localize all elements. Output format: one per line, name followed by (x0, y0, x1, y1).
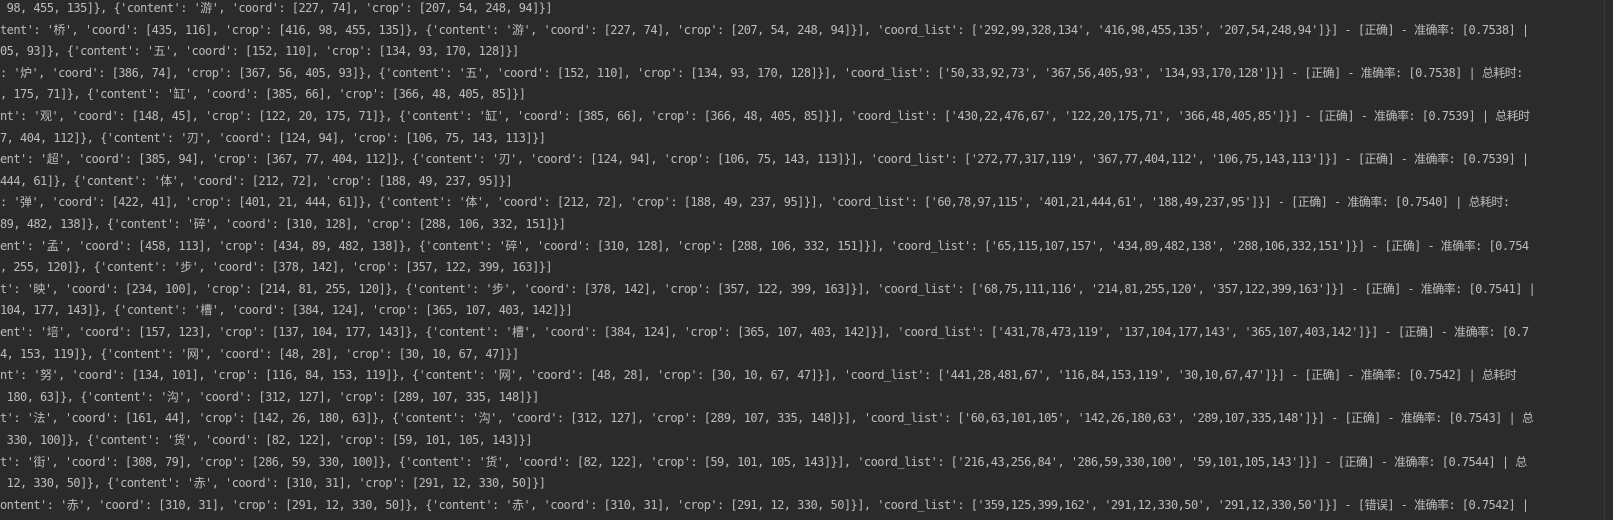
console-line: 104, 177, 143]}, {'content': '槽', 'coord… (0, 303, 573, 318)
console-line: 444, 61]}, {'content': '体', 'coord': [21… (0, 173, 513, 188)
console-line: ent': '超', 'coord': [385, 94], 'crop': [… (0, 152, 1529, 167)
console-line: 12, 330, 50]}, {'content': '赤', 'coord':… (0, 476, 546, 491)
console-line: : '炉', 'coord': [386, 74], 'crop': [367,… (0, 65, 1523, 80)
console-line: ent': '培', 'coord': [157, 123], 'crop': … (0, 325, 1529, 339)
console-line: 98, 455, 135]}, {'content': '游', 'coord'… (0, 1, 553, 15)
vertical-scrollbar[interactable] (1604, 0, 1613, 520)
console-line: tent': '桥', 'coord': [435, 116], 'crop':… (0, 22, 1529, 37)
console-line: 4, 153, 119]}, {'content': '网', 'coord':… (0, 346, 519, 361)
console-line: t': '映', 'coord': [234, 100], 'crop': [2… (0, 281, 1536, 296)
console-line: , 255, 120]}, {'content': '步', 'coord': … (0, 260, 553, 275)
console-line: ontent': '赤', 'coord': [310, 31], 'crop'… (0, 497, 1529, 512)
console-line: 7, 404, 112]}, {'content': '刃', 'coord':… (0, 130, 546, 145)
console-line: t': '街', 'coord': [308, 79], 'crop': [28… (0, 454, 1527, 469)
console-line: ent': '孟', 'coord': [458, 113], 'crop': … (0, 238, 1529, 253)
console-line: nt': '观', 'coord': [148, 45], 'crop': [1… (0, 109, 1530, 123)
console-line: , 175, 71]}, {'content': '缸', 'coord': [… (0, 87, 526, 102)
console-line: t': '法', 'coord': [161, 44], 'crop': [14… (0, 411, 1534, 426)
console-line: 89, 482, 138]}, {'content': '碎', 'coord'… (0, 217, 566, 231)
console-line: 330, 100]}, {'content': '货', 'coord': [8… (0, 433, 533, 447)
console-line: nt': '努', 'coord': [134, 101], 'crop': [… (0, 368, 1517, 383)
console-line: 05, 93]}, {'content': '五', 'coord': [152… (0, 44, 519, 59)
console-output[interactable]: 98, 455, 135]}, {'content': '游', 'coord'… (0, 0, 1605, 520)
console-line: : '弹', 'coord': [422, 41], 'crop': [401,… (0, 195, 1510, 210)
console-line: 180, 63]}, {'content': '沟', 'coord': [31… (0, 389, 540, 404)
